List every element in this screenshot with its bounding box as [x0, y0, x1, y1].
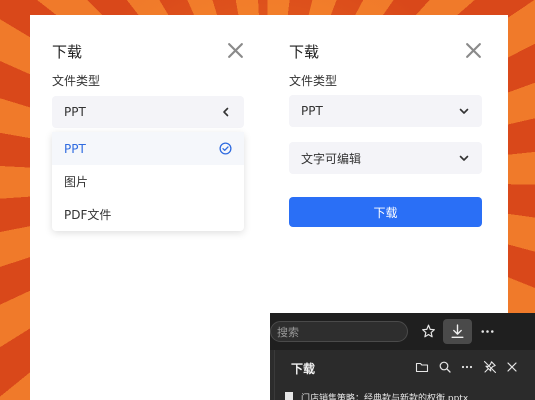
- file-type-label: 文件类型: [289, 74, 338, 88]
- file-type-select[interactable]: PPT: [289, 95, 482, 127]
- file-type-select-value: PPT: [301, 104, 323, 118]
- close-icon[interactable]: [505, 360, 519, 374]
- file-icon: [285, 392, 293, 400]
- option-label: 图片: [64, 175, 89, 189]
- edit-mode-select-value: 文字可编辑: [301, 151, 362, 166]
- dialog-title: 下载: [52, 43, 83, 61]
- dialog-title: 下载: [289, 43, 320, 61]
- chevron-left-icon: [223, 107, 229, 117]
- option-label: PPT: [64, 141, 86, 156]
- more-icon[interactable]: [460, 360, 474, 374]
- more-icon[interactable]: [479, 323, 496, 340]
- close-icon[interactable]: [227, 42, 244, 59]
- favorites-icon[interactable]: [420, 323, 437, 340]
- option-ppt[interactable]: PPT: [52, 132, 244, 165]
- file-type-label: 文件类型: [52, 74, 101, 88]
- option-label: PDF文件: [64, 208, 112, 222]
- unpin-icon[interactable]: [483, 360, 497, 374]
- file-type-dropdown-menu: PPT 图片 PDF文件: [52, 132, 244, 231]
- option-pdf[interactable]: PDF文件: [52, 198, 244, 231]
- address-bar-placeholder: 搜索: [277, 325, 299, 339]
- download-icon: [451, 324, 464, 339]
- downloads-flyout: 下载 门店销售策略：经典款与新款的权衡.pptx: [274, 350, 535, 400]
- check-circle-icon: [219, 142, 232, 155]
- address-bar[interactable]: 搜索: [270, 321, 408, 342]
- file-type-select[interactable]: PPT: [52, 96, 244, 128]
- chevron-down-icon: [459, 155, 469, 161]
- downloads-title: 下载: [291, 362, 316, 376]
- search-icon[interactable]: [438, 360, 452, 374]
- edit-mode-select[interactable]: 文字可编辑: [289, 142, 482, 174]
- browser-toolbar: 搜索: [270, 313, 535, 350]
- file-type-select-value: PPT: [64, 105, 86, 119]
- browser-window: 搜索 下载 门店销售策略：经典款与新款的权衡.pptx: [270, 313, 535, 400]
- close-icon[interactable]: [465, 42, 482, 59]
- option-image[interactable]: 图片: [52, 165, 244, 198]
- folder-icon[interactable]: [415, 360, 429, 374]
- chevron-down-icon: [459, 108, 469, 114]
- downloads-button[interactable]: [443, 319, 472, 344]
- download-file-name: 门店销售策略：经典款与新款的权衡.pptx: [301, 393, 469, 400]
- download-button[interactable]: 下载: [289, 197, 482, 227]
- download-list-item[interactable]: 门店销售策略：经典款与新款的权衡.pptx: [285, 390, 535, 400]
